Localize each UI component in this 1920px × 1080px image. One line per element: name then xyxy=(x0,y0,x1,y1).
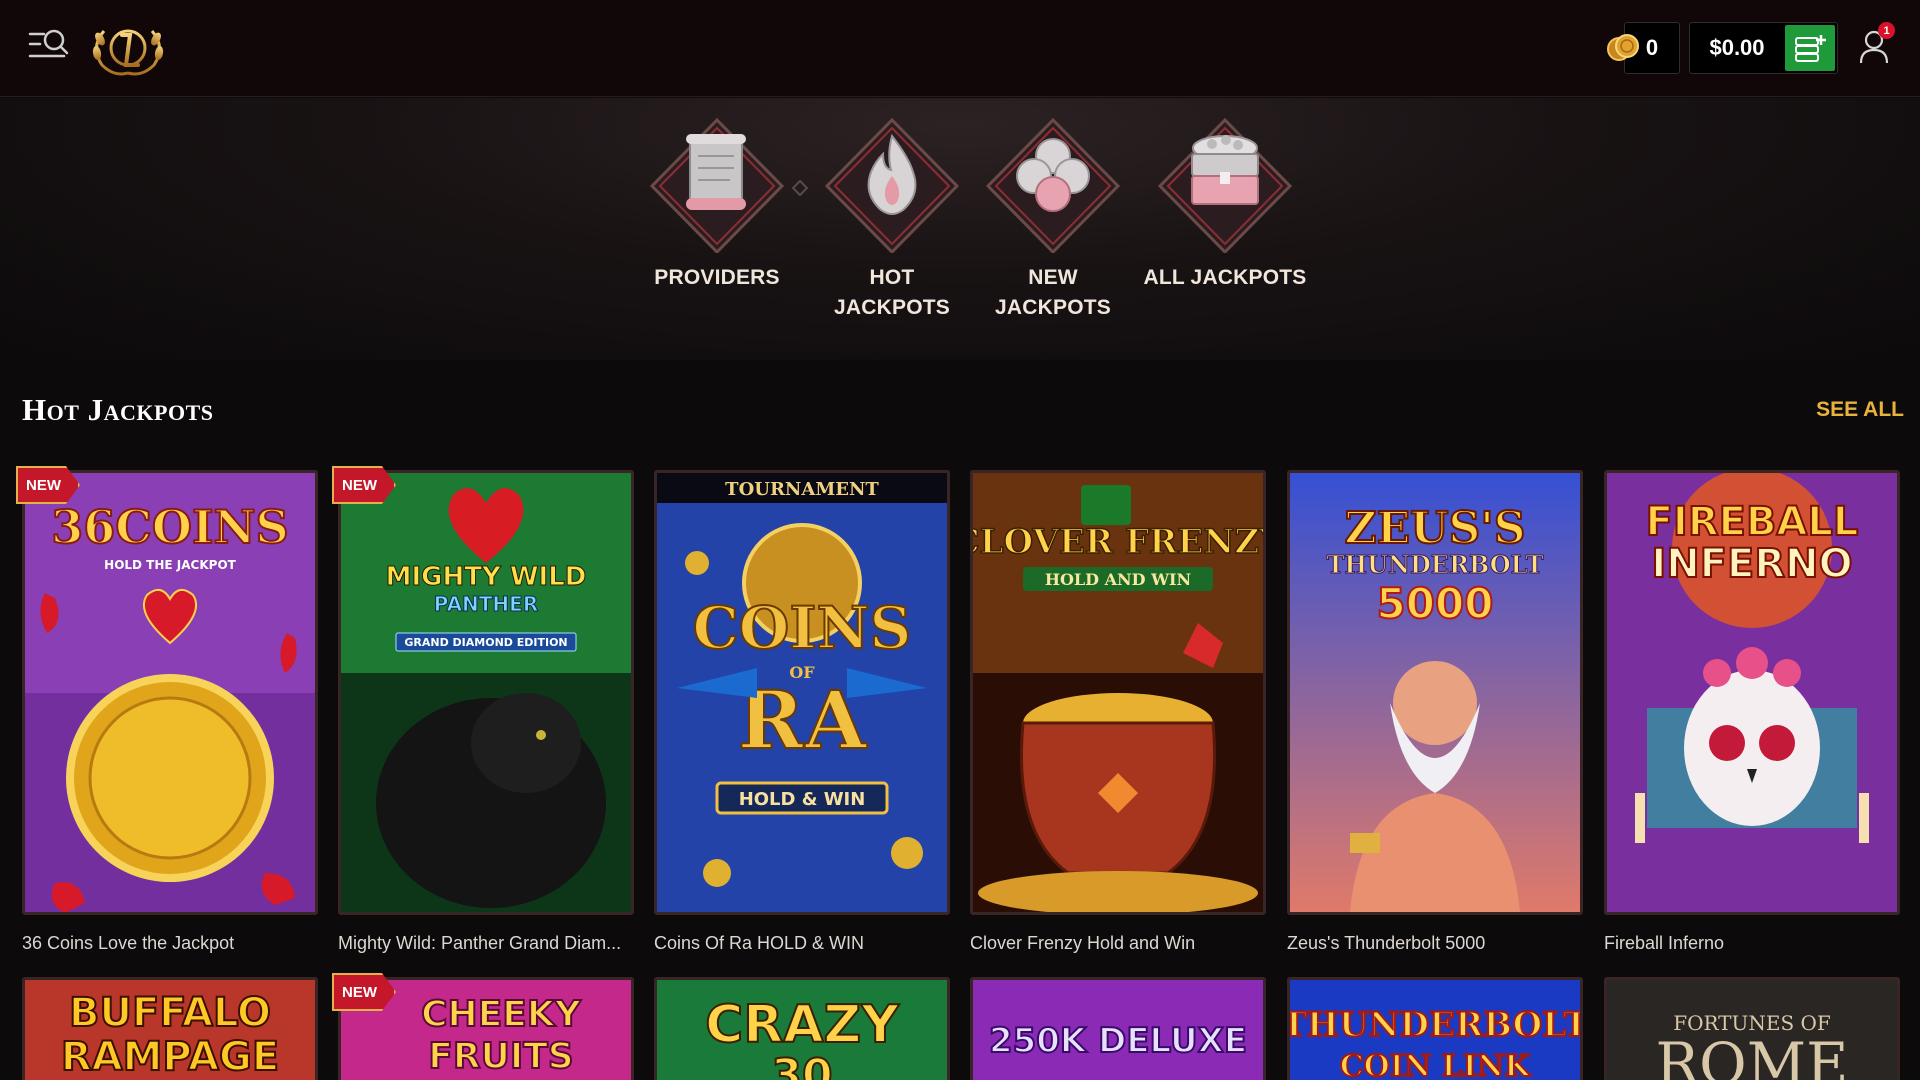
svg-text:250K DELUXE: 250K DELUXE xyxy=(989,1021,1247,1061)
game-thumbnail: ZEUS'S THUNDERBOLT 5000 xyxy=(1287,470,1583,915)
svg-text:TOURNAMENT: TOURNAMENT xyxy=(725,479,879,500)
hero-label-providers: PROVIDERS xyxy=(654,266,780,289)
notification-badge: 1 xyxy=(1878,22,1895,39)
game-card[interactable]: THUNDERBOLT COIN LINK xyxy=(1287,977,1583,1080)
coins-icon xyxy=(1607,34,1639,61)
hero-banner: PROVIDERS HOT JACKPOTS NEW JACKPOTS ALL … xyxy=(0,98,1920,360)
game-card[interactable]: FORTUNES OF ROME xyxy=(1604,977,1900,1080)
game-thumbnail: CRAZY 30 xyxy=(654,977,950,1080)
svg-text:COINS: COINS xyxy=(693,594,912,662)
game-thumbnail: CLOVER FRENZY HOLD AND WIN xyxy=(970,470,1266,915)
hero-label-new-jackpots: NEW JACKPOTS xyxy=(995,266,1111,319)
svg-text:CHEEKY: CHEEKY xyxy=(421,994,582,1035)
game-title: Zeus's Thunderbolt 5000 xyxy=(1287,933,1486,953)
game-card[interactable]: TOURNAMENT COINS OF RA HOLD & WIN Coins … xyxy=(654,470,950,954)
svg-text:FIREBALL: FIREBALL xyxy=(1646,499,1859,545)
game-card[interactable]: BUFFALO RAMPAGE xyxy=(22,977,318,1080)
game-card[interactable]: 250K DELUXE xyxy=(970,977,1266,1080)
game-card[interactable]: MIGHTY WILD PANTHER GRAND DIAMOND EDITIO… xyxy=(332,466,634,954)
game-title: Clover Frenzy Hold and Win xyxy=(970,933,1196,953)
game-title: Fireball Inferno xyxy=(1604,933,1725,953)
svg-text:RAMPAGE: RAMPAGE xyxy=(61,1034,279,1080)
svg-text:BUFFALO: BUFFALO xyxy=(69,990,271,1036)
game-thumbnail: FIREBALL INFERNO xyxy=(1604,470,1900,915)
svg-text:HOLD AND WIN: HOLD AND WIN xyxy=(1045,570,1191,589)
clover-icon xyxy=(985,117,1121,253)
svg-text:THUNDERBOLT: THUNDERBOLT xyxy=(1327,550,1544,579)
svg-text:PANTHER: PANTHER xyxy=(434,592,538,616)
hero-item-hot-jackpots[interactable]: HOT JACKPOTS xyxy=(817,98,967,323)
svg-text:30: 30 xyxy=(771,1050,832,1080)
game-card[interactable]: CRAZY 30 xyxy=(654,977,950,1080)
cash-stack-icon xyxy=(1795,35,1826,62)
svg-text:FRUITS: FRUITS xyxy=(428,1036,573,1077)
game-thumbnail: MIGHTY WILD PANTHER GRAND DIAMOND EDITIO… xyxy=(338,470,634,915)
game-title: Coins Of Ra HOLD & WIN xyxy=(654,933,865,953)
game-card[interactable]: ZEUS'S THUNDERBOLT 5000 Zeus's Thunderbo… xyxy=(1287,470,1583,954)
game-thumbnail: 36COINS HOLD THE JACKPOT xyxy=(22,470,318,915)
hero-item-providers[interactable]: PROVIDERS xyxy=(632,98,802,293)
svg-text:MIGHTY WILD: MIGHTY WILD xyxy=(386,562,587,592)
svg-text:COIN LINK: COIN LINK xyxy=(1340,1049,1531,1080)
scroll-icon xyxy=(649,117,785,253)
svg-text:GRAND DIAMOND EDITION: GRAND DIAMOND EDITION xyxy=(404,636,567,649)
game-card[interactable]: CLOVER FRENZY HOLD AND WIN Clover Frenzy… xyxy=(970,470,1266,954)
hero-item-all-jackpots[interactable]: ALL JACKPOTS xyxy=(1140,98,1310,293)
svg-text:ZEUS'S: ZEUS'S xyxy=(1344,503,1525,554)
svg-text:ROME: ROME xyxy=(1656,1030,1849,1080)
game-thumbnail: THUNDERBOLT COIN LINK xyxy=(1287,977,1583,1080)
top-bar: 0 $0.00 1 xyxy=(0,0,1920,97)
site-logo[interactable] xyxy=(84,17,172,79)
game-card[interactable]: FIREBALL INFERNO Fireball Inferno xyxy=(1604,470,1900,954)
svg-text:HOLD & WIN: HOLD & WIN xyxy=(739,789,866,810)
svg-text:INFERNO: INFERNO xyxy=(1651,541,1852,587)
treasure-chest-icon xyxy=(1157,117,1293,253)
hero-label-hot-jackpots: HOT JACKPOTS xyxy=(834,266,950,319)
svg-text:HOLD THE JACKPOT: HOLD THE JACKPOT xyxy=(104,558,236,572)
game-thumbnail: TOURNAMENT COINS OF RA HOLD & WIN xyxy=(654,470,950,915)
game-title: Mighty Wild: Panther Grand Diam... xyxy=(338,933,622,953)
flame-icon xyxy=(824,117,960,253)
menu-search-icon[interactable] xyxy=(28,28,72,64)
game-card[interactable]: 36COINS HOLD THE JACKPOT NEW 36 Coins Lo… xyxy=(16,466,318,954)
hero-label-all-jackpots: ALL JACKPOTS xyxy=(1143,266,1307,289)
deposit-button[interactable] xyxy=(1785,25,1835,71)
game-thumbnail: BUFFALO RAMPAGE xyxy=(22,977,318,1080)
see-all-link[interactable]: SEE ALL xyxy=(1800,398,1904,422)
game-thumbnail: 250K DELUXE xyxy=(970,977,1266,1080)
svg-text:36COINS: 36COINS xyxy=(51,500,288,554)
svg-text:CRAZY: CRAZY xyxy=(705,995,900,1055)
svg-text:5000: 5000 xyxy=(1377,579,1494,628)
game-title: 36 Coins Love the Jackpot xyxy=(22,933,235,953)
balance-amount: $0.00 xyxy=(1709,35,1765,60)
game-card[interactable]: CHEEKY FRUITS NEW xyxy=(332,973,634,1080)
section-title: Hot Jackpots xyxy=(22,392,214,427)
separator-diamond xyxy=(792,180,808,196)
hero-item-new-jackpots[interactable]: NEW JACKPOTS xyxy=(978,98,1128,323)
balance-widget[interactable]: $0.00 xyxy=(1689,22,1838,74)
svg-text:THUNDERBOLT: THUNDERBOLT xyxy=(1290,1005,1580,1045)
svg-text:CLOVER FRENZY: CLOVER FRENZY xyxy=(973,522,1263,562)
game-thumbnail: FORTUNES OF ROME xyxy=(1604,977,1900,1080)
coins-widget[interactable]: 0 xyxy=(1606,22,1680,74)
